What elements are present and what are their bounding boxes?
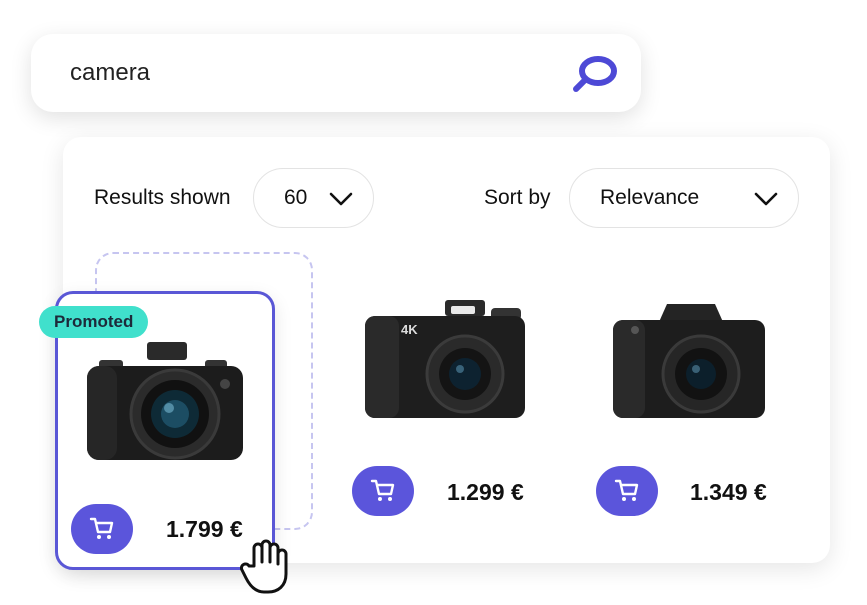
sort-by-label: Sort by bbox=[484, 186, 551, 209]
add-to-cart-button[interactable] bbox=[71, 504, 133, 554]
search-input[interactable]: camera bbox=[70, 59, 150, 87]
results-shown-select[interactable]: 60 bbox=[253, 168, 374, 228]
add-to-cart-button[interactable] bbox=[352, 466, 414, 516]
search-bar[interactable]: camera bbox=[31, 34, 641, 112]
search-icon[interactable] bbox=[571, 54, 619, 94]
chevron-down-icon bbox=[329, 192, 353, 206]
hand-cursor-icon bbox=[240, 539, 288, 594]
svg-text:4K: 4K bbox=[401, 322, 418, 337]
product-price: 1.349 € bbox=[690, 479, 767, 505]
cart-icon bbox=[614, 479, 639, 501]
dslr-camera-image bbox=[87, 342, 243, 460]
bridge-camera-image bbox=[613, 304, 765, 418]
compact-camera-image: 4K bbox=[365, 300, 525, 418]
sort-by-value: Relevance bbox=[600, 186, 700, 209]
sort-by-select[interactable]: Relevance bbox=[569, 168, 799, 228]
product-price: 1.299 € bbox=[447, 479, 524, 505]
cart-icon bbox=[370, 479, 395, 501]
promoted-badge: Promoted bbox=[39, 306, 149, 338]
chevron-down-icon bbox=[754, 192, 778, 206]
product-price: 1.799 € bbox=[166, 516, 243, 542]
add-to-cart-button[interactable] bbox=[596, 466, 658, 516]
cart-icon bbox=[89, 517, 114, 539]
results-shown-value: 60 bbox=[284, 186, 308, 209]
results-shown-label: Results shown bbox=[94, 186, 231, 209]
